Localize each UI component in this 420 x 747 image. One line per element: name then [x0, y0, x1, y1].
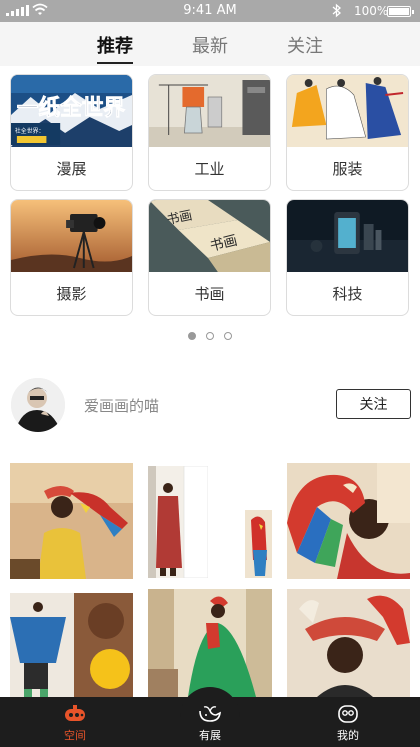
svg-text:一纸全世界: 一纸全世界: [17, 95, 125, 121]
photo-tile[interactable]: [10, 593, 133, 697]
category-card-technology[interactable]: 科技: [286, 199, 409, 316]
fashion-thumbnail: [287, 75, 408, 147]
nav-label: 有展: [199, 729, 221, 742]
carousel-dot[interactable]: [206, 332, 214, 340]
battery-percent: 100%: [354, 4, 389, 18]
carousel-indicator: [0, 332, 420, 340]
category-card-fashion[interactable]: 服装: [286, 74, 409, 191]
status-bar: 9:41 AM 100%: [0, 0, 420, 22]
battery-icon: [387, 6, 414, 17]
category-label: 服装: [332, 160, 363, 178]
nav-label: 我的: [337, 729, 359, 742]
bluetooth-icon: [332, 3, 341, 18]
featured-user-row: 爱画画的喵 关注: [0, 376, 420, 432]
photo-tile[interactable]: [245, 510, 272, 578]
nav-item-space[interactable]: 空间: [25, 697, 125, 747]
avatar[interactable]: [11, 378, 65, 432]
portrait-image: [11, 378, 65, 432]
photography-thumbnail: [11, 200, 132, 272]
category-card-photography[interactable]: 摄影: [10, 199, 133, 316]
category-label: 书画: [194, 285, 225, 303]
submarine-icon: [65, 705, 85, 721]
profile-icon: [338, 705, 358, 723]
photo-tile[interactable]: [148, 466, 208, 578]
calligraphy-thumbnail: 书画 书画: [149, 200, 270, 272]
tab-recommended[interactable]: 推荐: [97, 32, 133, 58]
follow-button[interactable]: 关注: [336, 389, 411, 419]
username[interactable]: 爱画画的喵: [84, 395, 159, 416]
category-card-industrial[interactable]: 工业: [148, 74, 271, 191]
category-label: 科技: [332, 285, 363, 303]
category-card-calligraphy[interactable]: 书画 书画 书画: [148, 199, 271, 316]
photo-tile[interactable]: [10, 463, 133, 579]
whale-icon: [199, 706, 221, 722]
photo-tile[interactable]: [148, 589, 272, 697]
nav-label: 空间: [64, 729, 86, 742]
category-card-comic[interactable]: 社全世界： 一纸全世界 漫展: [10, 74, 133, 191]
nav-item-exhibition[interactable]: 有展: [160, 697, 260, 747]
photo-tile[interactable]: [287, 589, 410, 697]
carousel-dot[interactable]: [188, 332, 196, 340]
category-label: 工业: [194, 160, 225, 178]
industrial-thumbnail: [149, 75, 270, 147]
svg-text:社全世界：: 社全世界：: [15, 127, 44, 135]
bottom-nav: 空间 有展 我的: [0, 687, 420, 747]
comic-expo-thumbnail: 社全世界： 一纸全世界: [11, 75, 132, 147]
category-label: 漫展: [56, 160, 87, 178]
tab-latest[interactable]: 最新: [192, 32, 228, 58]
category-label: 摄影: [56, 285, 87, 303]
photo-tile[interactable]: [287, 463, 410, 579]
tab-following[interactable]: 关注: [287, 32, 323, 58]
nav-item-profile[interactable]: 我的: [298, 697, 398, 747]
active-tab-indicator: [97, 62, 133, 64]
top-tabs: 推荐 最新 关注: [0, 22, 420, 66]
carousel-dot[interactable]: [224, 332, 232, 340]
technology-thumbnail: [287, 200, 408, 272]
